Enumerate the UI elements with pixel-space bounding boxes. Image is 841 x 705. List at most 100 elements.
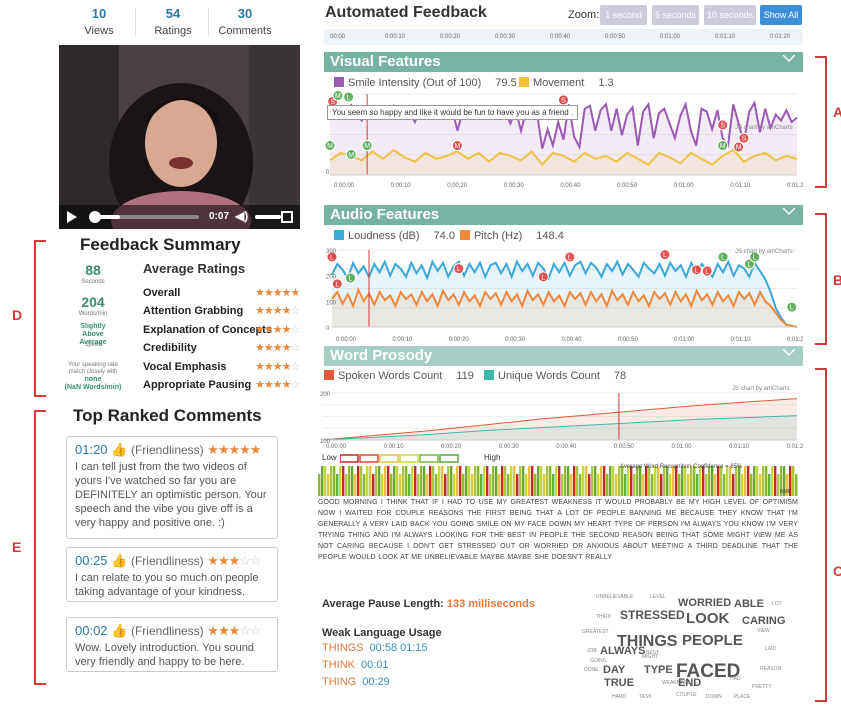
event-marker[interactable]: M: [332, 90, 344, 101]
event-marker[interactable]: L: [537, 271, 549, 283]
word-confidence-bar[interactable]: [498, 474, 501, 496]
chevron-down-icon[interactable]: [783, 208, 795, 216]
unique-words-legend[interactable]: Unique Words Count 78: [484, 370, 626, 382]
word-confidence-bar[interactable]: [636, 466, 639, 496]
word-confidence-bar[interactable]: [726, 466, 729, 496]
word-confidence-bar[interactable]: [345, 474, 348, 496]
zoom-5-seconds-button[interactable]: 5 seconds: [652, 5, 699, 25]
word-confidence-bar[interactable]: [774, 466, 777, 496]
word-confidence-bar[interactable]: [639, 466, 642, 496]
word-confidence-bar[interactable]: [735, 466, 738, 496]
word-confidence-bar[interactable]: [666, 466, 669, 496]
event-marker[interactable]: M: [733, 141, 745, 153]
word-confidence-bar[interactable]: [390, 474, 393, 496]
word-confidence-bar[interactable]: [723, 474, 726, 496]
spoken-words-legend[interactable]: Spoken Words Count 119: [324, 370, 474, 382]
word-confidence-bar[interactable]: [330, 466, 333, 496]
word-confidence-bar[interactable]: [528, 466, 531, 496]
word-confidence-bar[interactable]: [384, 466, 387, 496]
word-confidence-bar[interactable]: [450, 466, 453, 496]
word-confidence-bar[interactable]: [642, 474, 645, 496]
word-confidence-bar[interactable]: [354, 474, 357, 496]
volume-slider[interactable]: [255, 215, 281, 219]
comment-time[interactable]: 01:20: [75, 442, 108, 457]
event-marker[interactable]: M: [717, 140, 729, 152]
word-confidence-bar[interactable]: [558, 466, 561, 496]
word-confidence-bar[interactable]: [369, 466, 372, 496]
word-confidence-bar[interactable]: [417, 474, 420, 496]
visual-features-header[interactable]: Visual Features: [324, 52, 803, 72]
word-confidence-bar[interactable]: [621, 466, 624, 496]
word-confidence-bar[interactable]: [624, 474, 627, 496]
word-confidence-bar[interactable]: [765, 466, 768, 496]
word-count-chart[interactable]: 0:00:00 0:00:10 0:00:20 0:00:30 0:00:40 0:00:…: [318, 387, 803, 451]
word-confidence-bar[interactable]: [627, 466, 630, 496]
word-confidence-bar[interactable]: [753, 466, 756, 496]
word-confidence-bar[interactable]: [747, 466, 750, 496]
word-confidence-bar[interactable]: [714, 474, 717, 496]
fullscreen-icon[interactable]: [281, 211, 293, 223]
word-confidence-bar[interactable]: [741, 474, 744, 496]
word-confidence-bar[interactable]: [516, 474, 519, 496]
word-confidence-bar[interactable]: [396, 466, 399, 496]
event-marker[interactable]: M: [451, 140, 463, 152]
word-confidence-bar[interactable]: [597, 474, 600, 496]
word-confidence-bar[interactable]: [438, 466, 441, 496]
word-confidence-bar[interactable]: [594, 466, 597, 496]
word-confidence-bar[interactable]: [690, 466, 693, 496]
word-confidence-bar[interactable]: [648, 466, 651, 496]
word-confidence-bar[interactable]: [549, 466, 552, 496]
video-progress-bar[interactable]: [89, 215, 199, 219]
word-confidence-bar[interactable]: [591, 466, 594, 496]
word-confidence-bar[interactable]: [372, 474, 375, 496]
word-confidence-bar[interactable]: [357, 466, 360, 496]
play-icon[interactable]: [67, 211, 77, 223]
word-confidence-bar[interactable]: [411, 466, 414, 496]
word-confidence-bar[interactable]: [750, 474, 753, 496]
word-confidence-bar[interactable]: [543, 474, 546, 496]
event-marker[interactable]: S: [717, 119, 729, 131]
word-confidence-bar[interactable]: [456, 466, 459, 496]
word-confidence-bar[interactable]: [360, 466, 363, 496]
event-marker[interactable]: M: [324, 140, 336, 152]
word-confidence-bar[interactable]: [432, 466, 435, 496]
video-player[interactable]: [59, 45, 300, 229]
word-confidence-bar[interactable]: [567, 466, 570, 496]
word-confidence-bar[interactable]: [681, 466, 684, 496]
word-confidence-bar[interactable]: [657, 466, 660, 496]
event-marker[interactable]: L: [786, 301, 798, 313]
word-confidence-bar[interactable]: [546, 466, 549, 496]
word-confidence-bar[interactable]: [510, 466, 513, 496]
word-confidence-bar[interactable]: [729, 466, 732, 496]
word-confidence-bar[interactable]: [462, 474, 465, 496]
word-confidence-bar[interactable]: [771, 466, 774, 496]
word-confidence-bar[interactable]: [756, 466, 759, 496]
comment-time[interactable]: 00:02: [75, 623, 108, 638]
zoom-10-seconds-button[interactable]: 10 seconds: [704, 5, 756, 25]
thumbs-up-icon[interactable]: 👍: [111, 553, 127, 568]
volume-icon[interactable]: ◀): [235, 209, 248, 223]
word-confidence-bar[interactable]: [471, 474, 474, 496]
word-confidence-bar[interactable]: [465, 466, 468, 496]
pitch-legend[interactable]: Pitch (Hz) 148.4: [460, 230, 564, 242]
word-confidence-bar[interactable]: [618, 466, 621, 496]
word-confidence-bar[interactable]: [534, 474, 537, 496]
word-confidence-bar[interactable]: [495, 466, 498, 496]
word-confidence-bar[interactable]: [600, 466, 603, 496]
word-confidence-bar[interactable]: [501, 466, 504, 496]
comment-card[interactable]: 01:20 👍 (Friendliness) ★★★★★ I can tell j…: [66, 436, 278, 539]
word-confidence-bar[interactable]: [609, 466, 612, 496]
audio-features-header[interactable]: Audio Features: [324, 205, 803, 225]
word-confidence-bar[interactable]: [612, 466, 615, 496]
word-confidence-bar[interactable]: [606, 474, 609, 496]
word-confidence-bar[interactable]: [762, 466, 765, 496]
word-confidence-bar[interactable]: [480, 474, 483, 496]
comment-card[interactable]: 00:02 👍 (Friendliness) ★★★☆☆ Wow. Lovely …: [66, 617, 278, 672]
word-confidence-bar[interactable]: [660, 474, 663, 496]
word-confidence-bar[interactable]: [504, 466, 507, 496]
word-confidence-bar[interactable]: [339, 466, 342, 496]
word-confidence-bar[interactable]: [687, 474, 690, 496]
word-confidence-bar[interactable]: [444, 474, 447, 496]
word-confidence-bar[interactable]: [582, 466, 585, 496]
word-confidence-bar[interactable]: [423, 466, 426, 496]
